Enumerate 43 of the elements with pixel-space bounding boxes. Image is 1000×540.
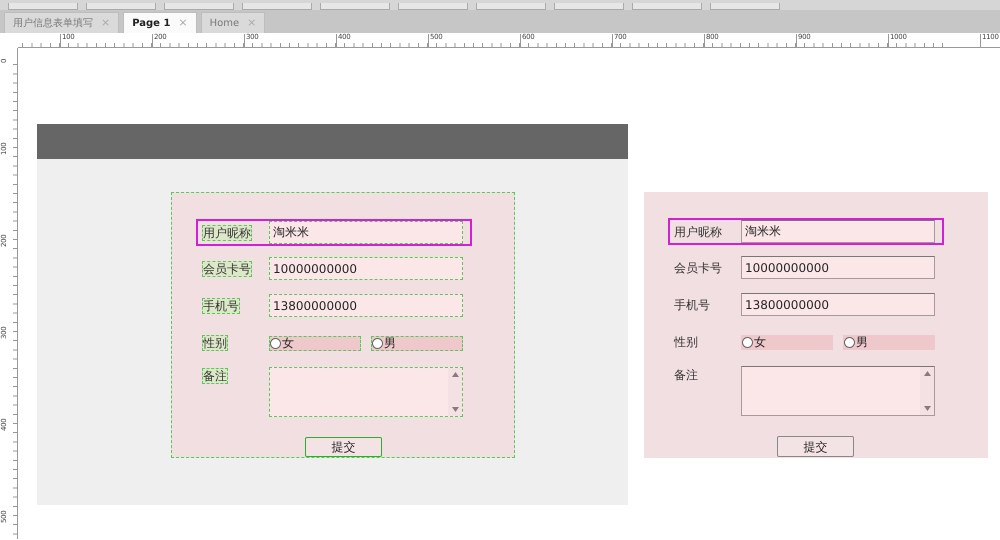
field-label: 手机号: [674, 298, 710, 312]
text-area[interactable]: [269, 367, 463, 417]
toolbar-button[interactable]: [710, 3, 780, 10]
input-field[interactable]: 淘米米: [741, 220, 935, 243]
input-field[interactable]: 13800000000: [269, 294, 463, 317]
submit-button[interactable]: 提交: [305, 437, 382, 457]
submit-button[interactable]: 提交: [777, 436, 854, 457]
radio-option[interactable]: 女: [741, 334, 833, 350]
toolbar-button[interactable]: [242, 3, 312, 10]
input-field[interactable]: 10000000000: [741, 256, 935, 279]
field-label: 备注: [202, 368, 228, 384]
toolbar-button[interactable]: [632, 3, 702, 10]
toolbar-button[interactable]: [8, 3, 78, 10]
field-label: 手机号: [202, 298, 240, 314]
text-area[interactable]: [741, 366, 935, 416]
input-field[interactable]: 淘米米: [269, 221, 463, 244]
field-label: 用户昵称: [674, 224, 722, 238]
field-label: 性别: [202, 335, 228, 351]
input-field[interactable]: 13800000000: [741, 293, 935, 316]
toolbar-button[interactable]: [86, 3, 156, 10]
scroll-down-icon[interactable]: [924, 406, 930, 411]
radio-icon[interactable]: [844, 336, 855, 348]
input-field[interactable]: 10000000000: [269, 257, 463, 280]
field-label: 性别: [674, 335, 698, 349]
scroll-up-icon[interactable]: [924, 371, 930, 376]
toolbar-button[interactable]: [320, 3, 390, 10]
scroll-up-icon[interactable]: [452, 372, 458, 377]
tab[interactable]: Page 1 ×: [123, 12, 197, 33]
toolbar-button[interactable]: [164, 3, 234, 10]
radio-option[interactable]: 男: [843, 334, 935, 350]
radio-option[interactable]: 男: [371, 336, 463, 350]
toolbar-button[interactable]: [554, 3, 624, 10]
field-label: 会员卡号: [674, 260, 722, 274]
field-label: 会员卡号: [202, 260, 252, 276]
field-label: 备注: [674, 368, 698, 382]
field-label: 用户昵称: [202, 224, 252, 240]
toolbar-button[interactable]: [398, 3, 468, 10]
radio-icon[interactable]: [372, 338, 383, 348]
toolbar-button[interactable]: [476, 3, 546, 10]
radio-icon[interactable]: [742, 336, 753, 348]
scroll-down-icon[interactable]: [452, 407, 458, 412]
radio-icon[interactable]: [270, 338, 281, 348]
radio-option[interactable]: 女: [269, 336, 361, 350]
